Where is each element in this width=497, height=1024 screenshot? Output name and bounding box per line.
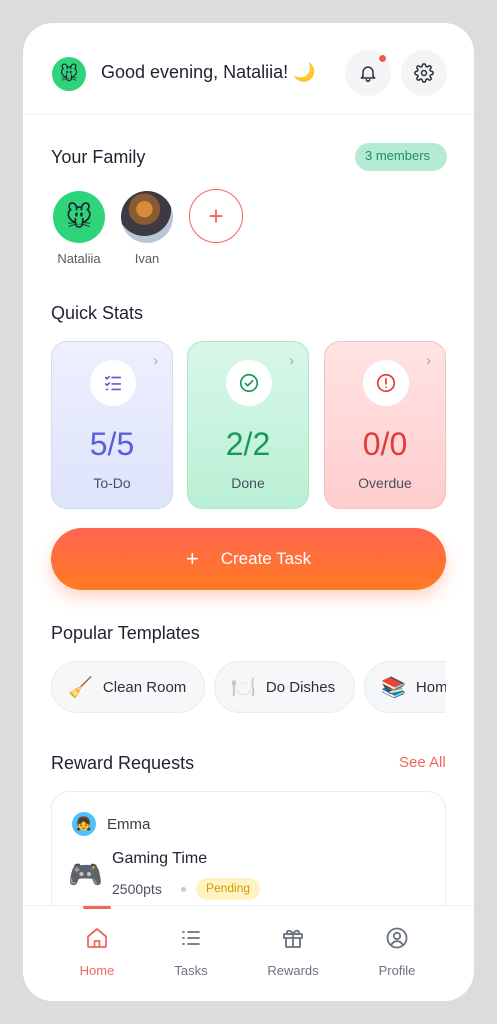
- tab-label: Profile: [378, 963, 416, 978]
- tab-rewards[interactable]: Rewards: [248, 906, 338, 1001]
- overdue-label: Overdue: [358, 475, 412, 491]
- requester-avatar: 👧: [72, 812, 96, 836]
- settings-button[interactable]: [401, 50, 447, 96]
- plate-icon: 🍽️: [231, 676, 256, 699]
- family-section-title: Your Family: [51, 147, 146, 167]
- app-header: 🐭 Good evening, Nataliia! 🌙: [23, 23, 474, 115]
- overdue-stat-card[interactable]: › 0/0 Overdue: [324, 341, 446, 509]
- template-chip-do-dishes[interactable]: 🍽️ Do Dishes: [214, 661, 355, 713]
- separator-dot: [181, 887, 186, 892]
- broom-icon: 🧹: [68, 676, 93, 699]
- tab-label: Rewards: [267, 963, 319, 978]
- template-label: Hom: [415, 678, 446, 696]
- todo-stat-card[interactable]: › 5/5 To-Do: [51, 341, 173, 509]
- tab-home[interactable]: Home: [52, 906, 142, 1001]
- template-label: Clean Room: [102, 678, 187, 696]
- create-task-button[interactable]: + Create Task: [51, 528, 446, 590]
- plus-icon: +: [185, 546, 199, 571]
- chevron-right-icon: ›: [289, 352, 294, 368]
- add-member-button[interactable]: +: [189, 189, 243, 243]
- chevron-right-icon: ›: [153, 352, 158, 368]
- notifications-button[interactable]: [345, 50, 391, 96]
- member-avatar: 🐭: [53, 191, 105, 243]
- bell-icon: [360, 66, 376, 83]
- tab-label: Tasks: [174, 963, 208, 978]
- profile-icon: [386, 927, 408, 949]
- reward-title: Gaming Time: [112, 850, 208, 867]
- list-icon: [182, 931, 200, 945]
- check-circle-icon: [226, 360, 272, 406]
- checklist-icon: [90, 360, 136, 406]
- member-name: Nataliia: [57, 251, 101, 266]
- todo-count: 5/5: [89, 426, 135, 462]
- device-frame: 🐭 Good evening, Nataliia! 🌙 Your Family …: [0, 0, 497, 1024]
- books-icon: 📚: [381, 676, 406, 699]
- family-member[interactable]: Ivan: [120, 191, 174, 266]
- greeting-text: Good evening, Nataliia! 🌙: [101, 62, 316, 82]
- home-icon: [87, 928, 107, 948]
- chevron-right-icon: ›: [426, 352, 431, 368]
- overdue-count: 0/0: [362, 426, 408, 462]
- gamepad-icon: 🎮: [68, 859, 103, 890]
- template-chip-homework[interactable]: 📚 Hom: [364, 661, 446, 713]
- alert-circle-icon: [363, 360, 409, 406]
- status-badge: Pending: [196, 878, 261, 900]
- member-name: Ivan: [134, 251, 160, 266]
- templates-scroller[interactable]: 🧹 Clean Room 🍽️ Do Dishes 📚 Hom: [51, 661, 446, 713]
- done-count: 2/2: [225, 426, 271, 462]
- templates-section-title: Popular Templates: [51, 623, 200, 643]
- done-label: Done: [231, 475, 265, 491]
- gear-icon: [414, 63, 434, 83]
- bottom-tab-bar: Home Tasks Rewards Profile: [23, 905, 474, 1001]
- plus-icon: +: [208, 200, 224, 231]
- family-member[interactable]: 🐭 Nataliia: [52, 191, 106, 266]
- app-screen: 🐭 Good evening, Nataliia! 🌙 Your Family …: [23, 23, 474, 1001]
- member-photo-avatar: [121, 191, 173, 243]
- see-all-link[interactable]: See All: [399, 754, 446, 771]
- done-stat-card[interactable]: › 2/2 Done: [187, 341, 309, 509]
- tab-profile[interactable]: Profile: [352, 906, 442, 1001]
- tab-tasks[interactable]: Tasks: [146, 906, 236, 1001]
- gift-icon: [283, 929, 303, 948]
- members-count-badge: 3 members: [355, 143, 447, 171]
- template-chip-clean-room[interactable]: 🧹 Clean Room: [51, 661, 205, 713]
- todo-label: To-Do: [93, 475, 131, 491]
- active-tab-indicator: [83, 906, 111, 909]
- template-label: Do Dishes: [265, 678, 336, 696]
- user-avatar[interactable]: 🐭: [52, 57, 86, 91]
- requester-name: Emma: [107, 816, 151, 833]
- create-task-label: Create Task: [220, 549, 312, 568]
- reward-points: 2500pts: [112, 881, 162, 897]
- tab-label: Home: [79, 963, 115, 978]
- notification-dot: [378, 54, 387, 63]
- stats-section-title: Quick Stats: [51, 303, 144, 323]
- rewards-section-title: Reward Requests: [51, 753, 195, 773]
